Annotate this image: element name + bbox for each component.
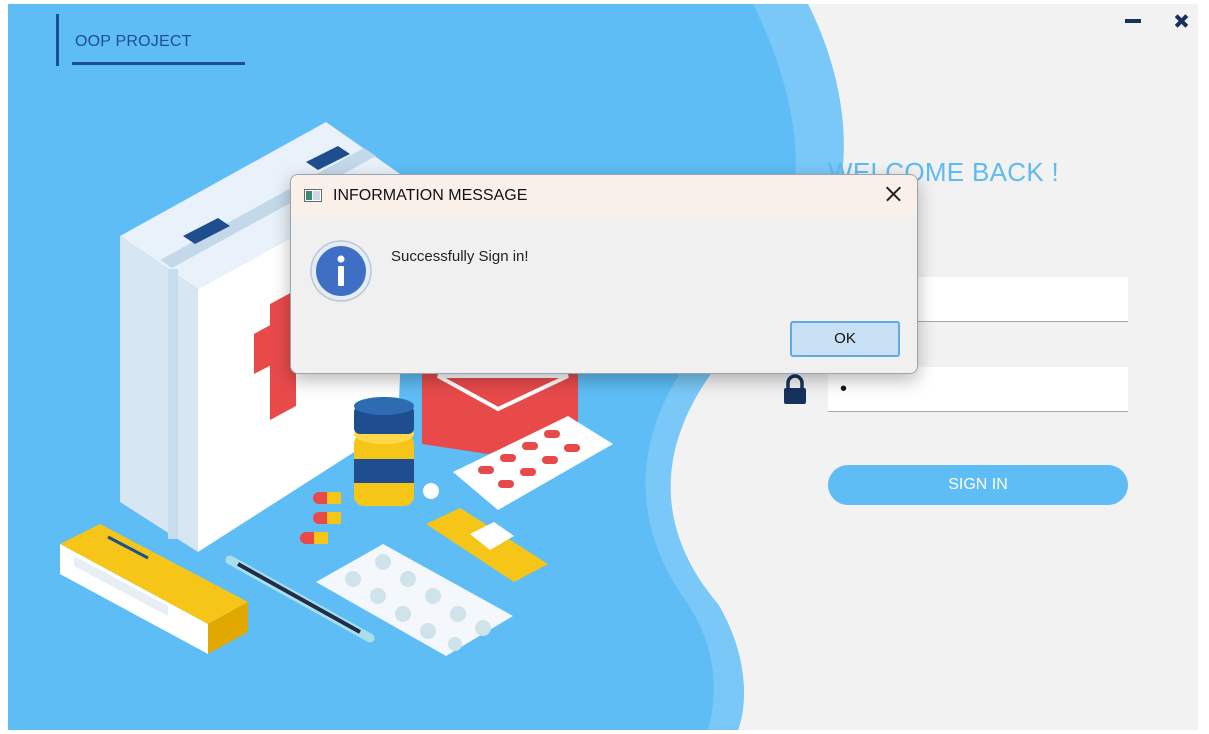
ok-button[interactable]: OK (790, 321, 900, 357)
java-window-icon (304, 189, 322, 202)
password-value: • (840, 378, 848, 400)
information-dialog: INFORMATION MESSAGE Successfully Sign in… (290, 174, 918, 374)
pill-bottle (354, 397, 414, 506)
dialog-close-icon[interactable] (881, 181, 907, 209)
minimize-icon[interactable] (1122, 8, 1146, 32)
dialog-title: INFORMATION MESSAGE (333, 187, 528, 204)
info-icon (310, 240, 372, 302)
close-window-icon[interactable] (1170, 8, 1194, 32)
brand-underline (72, 62, 245, 65)
dialog-titlebar: INFORMATION MESSAGE (291, 175, 917, 217)
brand-accent-bar (56, 14, 59, 66)
lock-icon (784, 374, 806, 404)
dialog-message: Successfully Sign in! (391, 248, 529, 265)
brand-title: OOP PROJECT (75, 33, 192, 50)
sign-in-button[interactable]: SIGN IN (828, 465, 1128, 505)
